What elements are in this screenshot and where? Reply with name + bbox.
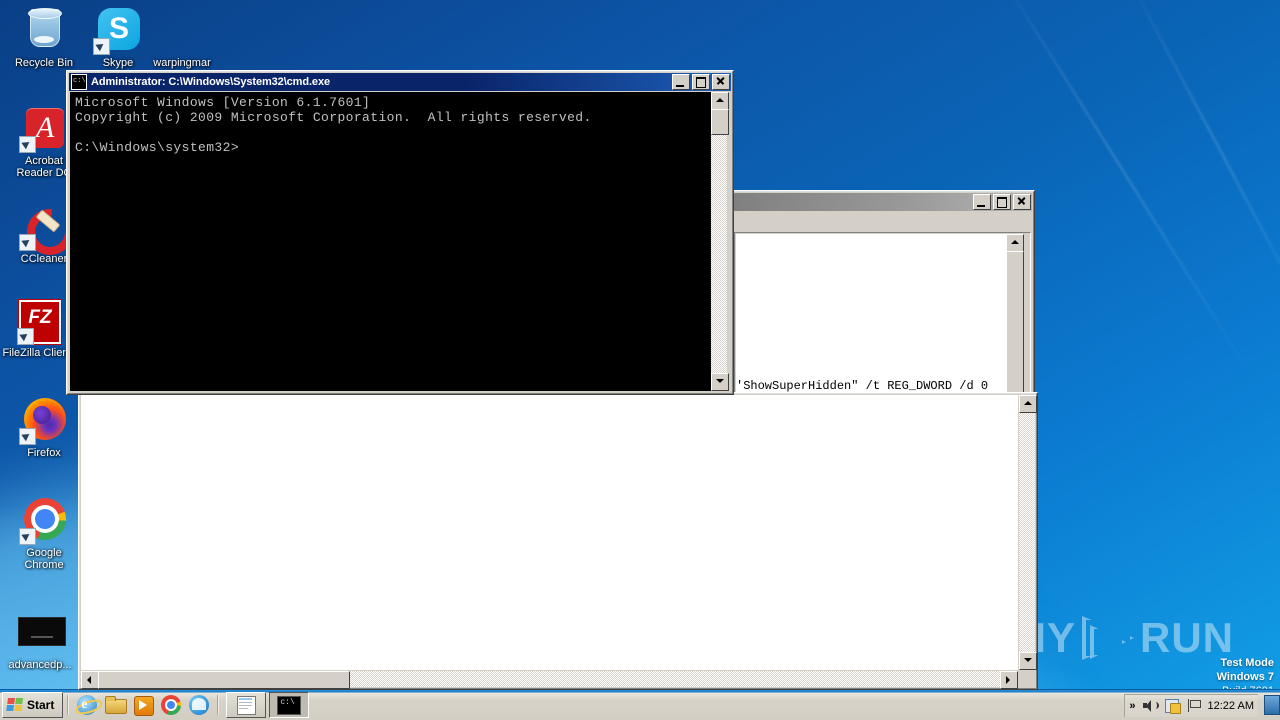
desktop-icon-filezilla[interactable]: FileZilla Client (0, 296, 74, 359)
document-window[interactable] (78, 392, 1038, 690)
desktop-icon-recycle-bin[interactable]: Recycle Bin (8, 6, 80, 69)
scroll-up-button[interactable] (1006, 234, 1024, 252)
system-tray[interactable]: » 12:22 AM (1124, 693, 1258, 717)
document-vertical-scrollbar[interactable] (1019, 395, 1037, 670)
minimize-button[interactable] (973, 194, 991, 210)
close-button[interactable] (712, 74, 730, 90)
file-icon (158, 6, 206, 54)
edge-icon[interactable] (188, 694, 210, 716)
cmd-icon[interactable] (71, 74, 87, 90)
scroll-up-button[interactable] (1019, 395, 1037, 413)
window-controls (672, 74, 730, 90)
desktop-icon-warpingmar[interactable]: warpingmar (146, 6, 218, 69)
desktop-icon-google-chrome[interactable]: Google Chrome (8, 496, 80, 571)
desktop-icon-label: advancedp... (8, 659, 72, 671)
recycle-bin-icon (20, 6, 68, 54)
cmd-icon: c:\ (277, 695, 302, 715)
os-label: Windows 7 (1216, 671, 1274, 683)
taskbar-button-cmd[interactable]: c:\ (269, 692, 310, 718)
horizontal-scrollbar[interactable] (81, 671, 1018, 689)
quicklaunch-separator (67, 695, 70, 715)
menu-bar[interactable] (734, 213, 1031, 231)
minimize-button[interactable] (672, 74, 690, 90)
desktop-icon-firefox[interactable]: Firefox (8, 396, 80, 459)
advanced-port-scanner-icon (16, 608, 66, 656)
maximize-button[interactable] (692, 74, 710, 90)
filezilla-icon (13, 296, 61, 345)
taskbar-button-notepad[interactable] (226, 692, 267, 718)
firefox-icon (19, 396, 68, 445)
scroll-left-button[interactable] (81, 671, 99, 689)
console-vertical-scrollbar[interactable] (711, 92, 729, 391)
wallpaper-ray (1118, 0, 1280, 332)
maximize-button[interactable] (993, 194, 1011, 210)
desktop-icon-label: Firefox (27, 447, 61, 459)
windows-logo-icon (6, 697, 24, 713)
acrobat-reader-icon (19, 104, 68, 153)
desktop-icon-label: Google Chrome (24, 547, 64, 571)
text-content: 'ShowSuperHidden" /t REG_DWORD /d 0 (736, 379, 989, 393)
clock[interactable]: 12:22 AM (1208, 700, 1254, 712)
google-chrome-icon[interactable] (160, 694, 182, 716)
desktop-icon-label: FileZilla Client (2, 347, 72, 359)
scroll-down-button[interactable] (1019, 652, 1037, 670)
resize-grip[interactable] (1019, 671, 1035, 687)
desktop-icon-advanced-port-scanner[interactable]: advancedp... (4, 608, 76, 671)
console-scroll-thumb[interactable] (711, 109, 729, 135)
taskbar[interactable]: Start e c:\ » 12:22 AM (0, 689, 1280, 720)
taskbar-separator (217, 695, 220, 715)
ccleaner-icon (17, 199, 83, 265)
action-center-icon[interactable] (1164, 698, 1181, 714)
close-button[interactable] (1013, 194, 1031, 210)
cmd-titlebar[interactable]: Administrator: C:\Windows\System32\cmd.e… (69, 73, 731, 91)
scroll-right-button[interactable] (1000, 671, 1018, 689)
test-mode-label: Test Mode (1220, 657, 1274, 669)
cmd-window-title: Administrator: C:\Windows\System32\cmd.e… (91, 76, 330, 88)
scroll-down-button[interactable] (711, 373, 729, 391)
desktop-icon-skype[interactable]: Skype (82, 6, 154, 69)
notepad-icon (236, 696, 257, 715)
console-text: Microsoft Windows [Version 6.1.7601] Cop… (75, 95, 592, 155)
desktop-icon-label: Skype (102, 57, 134, 69)
show-desktop-button[interactable] (1264, 695, 1280, 715)
background-window-titlebar[interactable] (733, 193, 1032, 211)
console-output-area[interactable]: Microsoft Windows [Version 6.1.7601] Cop… (70, 92, 716, 391)
network-flag-icon[interactable] (1187, 698, 1201, 713)
desktop-icon-label: Recycle Bin (14, 57, 74, 69)
desktop-icon-label: warpingmar (153, 57, 211, 69)
document-client-area[interactable] (81, 395, 1018, 670)
volume-icon[interactable] (1142, 699, 1159, 712)
media-player-icon[interactable] (132, 694, 155, 716)
windows-explorer-icon[interactable] (104, 694, 128, 716)
internet-explorer-icon[interactable]: e (74, 694, 105, 718)
show-hidden-icons-icon[interactable]: » (1129, 700, 1135, 712)
google-chrome-icon (19, 496, 68, 545)
scroll-up-button[interactable] (711, 92, 729, 110)
start-button[interactable]: Start (2, 692, 64, 718)
horizontal-scroll-thumb[interactable] (98, 671, 350, 689)
skype-icon (93, 6, 142, 55)
command-prompt-window[interactable]: Administrator: C:\Windows\System32\cmd.e… (66, 70, 734, 395)
start-button-label: Start (27, 698, 55, 712)
window-controls (973, 194, 1031, 210)
